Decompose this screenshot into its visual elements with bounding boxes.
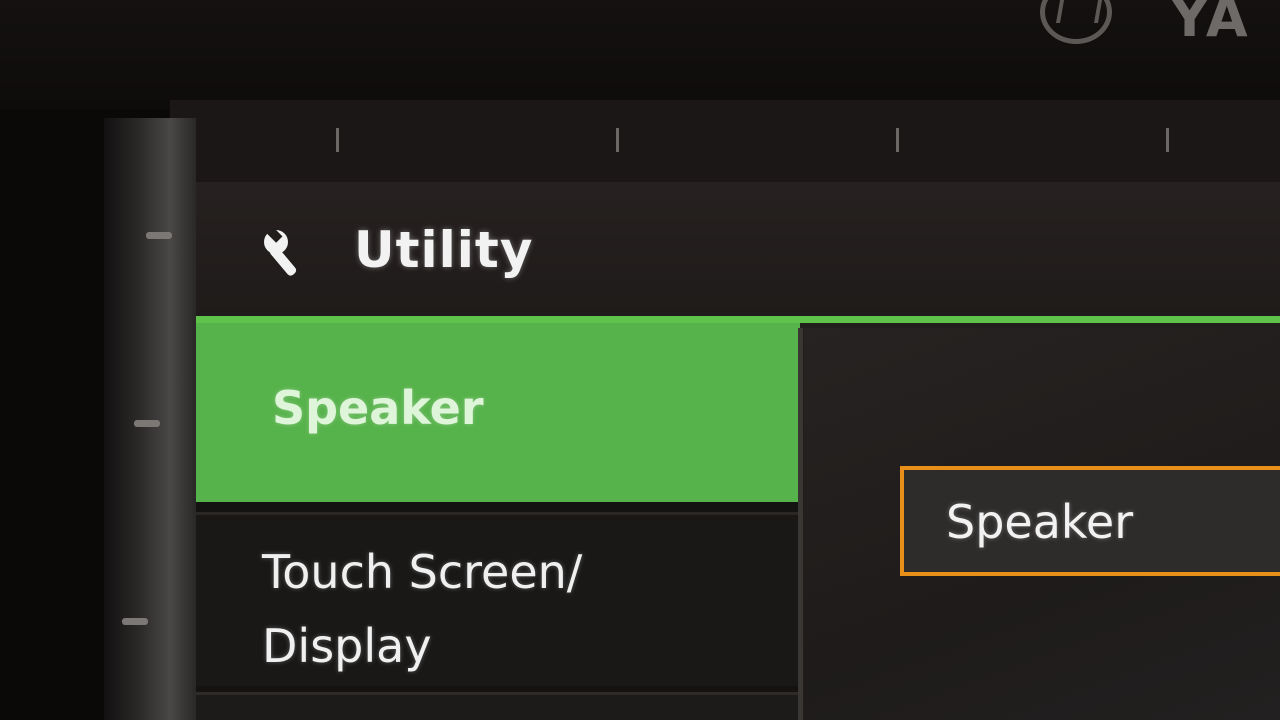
menu-item-touch-screen-display[interactable]: Touch Screen/ Display [196,512,800,686]
wrench-icon [264,226,297,276]
frame-notch [336,128,339,152]
menu-item-label: Speaker [272,381,484,435]
frame-notch [896,128,899,152]
menu-item-speaker[interactable]: Speaker [196,318,800,502]
device-bezel-left [104,118,196,720]
speaker-option-button[interactable]: Speaker [900,466,1280,576]
bezel-screw [122,618,148,625]
header-accent-line [196,316,1280,323]
menu-item-next[interactable] [196,692,800,720]
page-header: Utility [196,182,1280,316]
brand-text: YA [1170,0,1250,49]
bezel-screw [146,232,172,239]
option-label: Speaker [946,495,1134,549]
utility-menu: Speaker Touch Screen/ Display [196,316,800,720]
frame-notch [1166,128,1169,152]
bezel-screw [134,420,160,427]
frame-notch [616,128,619,152]
menu-item-label: Touch Screen/ Display [262,545,583,673]
page-title: Utility [354,221,534,279]
settings-panel: Speaker [804,328,1280,720]
panel-divider [798,328,803,720]
touch-screen: Utility Speaker Touch Screen/ Display Sp… [196,182,1280,720]
